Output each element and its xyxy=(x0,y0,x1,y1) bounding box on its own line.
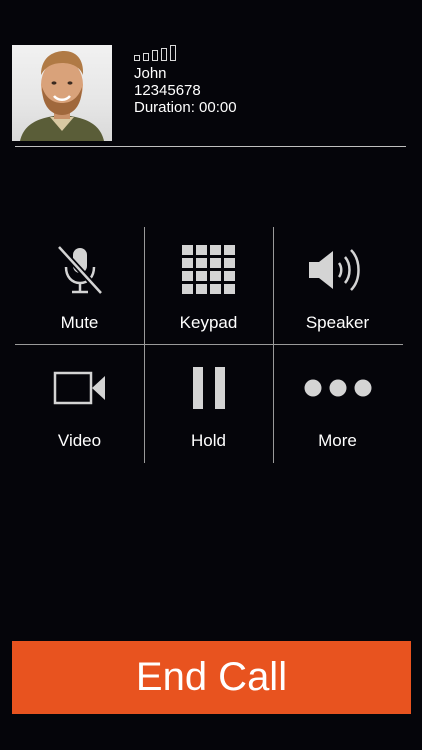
call-controls-grid: Mute Keypad Speaker Video Hold More xyxy=(15,227,403,463)
hold-button[interactable]: Hold xyxy=(144,345,273,462)
end-call-button[interactable]: End Call xyxy=(12,641,411,714)
pause-icon xyxy=(192,367,225,409)
more-button[interactable]: More xyxy=(273,345,402,462)
speaker-icon xyxy=(308,249,360,291)
video-label: Video xyxy=(57,431,102,450)
video-button[interactable]: Video xyxy=(15,345,144,462)
signal-bar xyxy=(134,55,140,61)
speaker-label: Speaker xyxy=(305,313,370,332)
header-divider xyxy=(15,146,406,147)
keypad-icon xyxy=(181,245,235,294)
more-label: More xyxy=(318,431,357,450)
signal-bar xyxy=(143,52,149,61)
signal-bar xyxy=(170,45,176,61)
caller-number: 12345678 xyxy=(134,82,201,99)
mute-label: Mute xyxy=(60,313,99,332)
signal-bar xyxy=(161,47,167,61)
more-dots-icon xyxy=(304,379,371,397)
call-duration: Duration: 00:00 xyxy=(134,99,237,116)
caller-avatar xyxy=(12,45,112,141)
hold-label: Hold xyxy=(191,431,226,450)
video-camera-icon xyxy=(53,371,105,405)
keypad-label: Keypad xyxy=(179,313,238,332)
mute-button[interactable]: Mute xyxy=(15,227,144,344)
signal-bar xyxy=(152,50,158,61)
caller-name: John xyxy=(134,65,167,82)
microphone-muted-icon xyxy=(56,244,103,296)
keypad-button[interactable]: Keypad xyxy=(144,227,273,344)
signal-strength-icon xyxy=(134,45,176,61)
speaker-button[interactable]: Speaker xyxy=(273,227,402,344)
caller-photo xyxy=(20,51,104,141)
